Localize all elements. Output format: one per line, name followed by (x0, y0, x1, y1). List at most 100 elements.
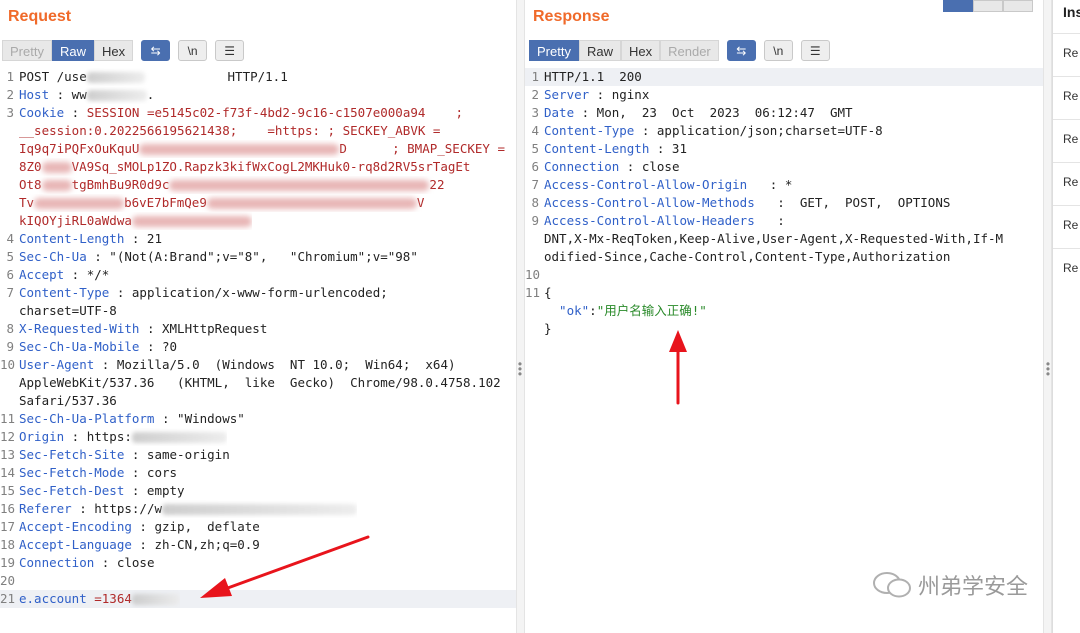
line-number: 1 (6, 69, 14, 84)
code-line: 13 Sec-Fetch-Site : same-origin (0, 446, 516, 464)
text-segment: Origin (19, 429, 65, 444)
line-content: Iq9q7iPQFxOuKquU D ; BMAP_SECKEY = (17, 140, 505, 158)
inspector-row[interactable]: Re (1053, 119, 1080, 162)
code-line: AppleWebKit/537.36 (KHTML, like Gecko) C… (0, 374, 516, 392)
code-line: 5 Sec-Ch-Ua : "(Not(A:Brand";v="8", "Chro… (0, 248, 516, 266)
line-number: 6 (531, 159, 539, 174)
menu-button[interactable]: ☰ (215, 40, 245, 61)
text-segment: : (64, 105, 87, 120)
inspector-row[interactable]: Re (1053, 248, 1080, 291)
newline-icon: \n (187, 43, 198, 58)
tab-hex[interactable]: Hex (620, 40, 661, 61)
line-number (525, 230, 542, 248)
text-segment: __session:0.2022566195621438; =https: ; … (19, 123, 441, 138)
drag-handle-icon[interactable]: • • • (1045, 358, 1051, 380)
layout-split-button[interactable] (943, 0, 973, 12)
request-title: Request (8, 8, 72, 25)
text-segment: Safari/537.36 (19, 393, 117, 408)
code-line: 6 Accept : */* (0, 266, 516, 284)
text-segment: HTTP/1.1 (144, 69, 288, 84)
tab-hex[interactable]: Hex (93, 40, 134, 61)
line-number: 11 (0, 411, 16, 426)
watermark: 州弟学安全 (872, 569, 1028, 601)
redaction-mask (41, 180, 72, 191)
tab-raw[interactable]: Raw (578, 40, 621, 61)
line-content: Referer : https://w (17, 500, 357, 518)
line-content: 8Z0 VA9Sq_sMOLp1ZO.Rapzk3kifWxCogL2MKHuk0… (17, 158, 470, 176)
text-segment: Access-Control-Allow-Methods (544, 195, 755, 210)
inspector-row[interactable]: Re (1053, 162, 1080, 205)
inspector-row[interactable]: Re (1053, 33, 1080, 76)
line-content: Tv b6vE7bFmQe9 V (17, 194, 424, 212)
text-segment: Sec-Fetch-Site (19, 447, 125, 462)
wrap-toggle-button[interactable]: ⇆ (141, 40, 171, 61)
newline-toggle-button[interactable]: \n (763, 40, 793, 61)
line-content: Accept-Language : zh-CN,zh;q=0.9 (17, 536, 260, 554)
line-content: Access-Control-Allow-Origin : * (542, 176, 792, 194)
tab-pretty[interactable]: Pretty (2, 40, 52, 61)
tab-pretty[interactable]: Pretty (529, 40, 579, 61)
line-content: Cookie : SESSION =e5145c02-f73f-4bd2-9c1… (17, 104, 463, 122)
line-content: "ok":"用户名输入正确!" (542, 302, 707, 320)
inspector-title: Ins (1063, 4, 1080, 20)
redaction-mask (131, 432, 227, 443)
line-number: 8 (6, 321, 14, 336)
text-segment: : cors (124, 465, 178, 480)
text-segment: : 31 (649, 141, 687, 156)
text-segment: : same-origin (124, 447, 230, 462)
layout-single-button[interactable] (1003, 0, 1033, 12)
pane-divider[interactable] (1043, 0, 1052, 633)
line-number: 6 (6, 267, 14, 282)
code-line: 2 Server : nginx (525, 86, 1043, 104)
text-segment: =1364 (86, 591, 132, 606)
wrap-toggle-button[interactable]: ⇆ (726, 40, 756, 61)
text-segment: SESSION (86, 105, 140, 120)
line-number (525, 320, 542, 338)
request-editor[interactable]: 1 POST /use HTTP/1.1 2 Host : ww. 3 Cookie : … (0, 68, 516, 633)
inspector-row[interactable]: Re (1053, 205, 1080, 248)
text-segment: tgBmhBu9R0d9c (71, 177, 170, 192)
inspector-panel: Ins Re Re Re Re Re Re (1052, 0, 1080, 633)
redaction-mask (162, 504, 357, 515)
line-number: 16 (0, 501, 16, 516)
menu-button[interactable]: ☰ (800, 40, 830, 61)
line-number (0, 158, 17, 176)
line-content: Content-Length : 31 (542, 140, 687, 158)
code-line: 18 Accept-Language : zh-CN,zh;q=0.9 (0, 536, 516, 554)
code-line: kIQOYjiRL0aWdwa (0, 212, 516, 230)
line-number: 11 (525, 285, 541, 300)
text-segment: } (544, 321, 552, 336)
code-line: 11{ (525, 284, 1043, 302)
wrap-icon: ⇆ (150, 43, 161, 58)
code-line: 17 Accept-Encoding : gzip, deflate (0, 518, 516, 536)
inspector-row[interactable]: Re (1053, 76, 1080, 119)
layout-horizontal-button[interactable] (973, 0, 1003, 12)
text-segment: "用户名输入正确!" (596, 303, 707, 318)
line-number: 12 (0, 429, 16, 444)
line-content: odified-Since,Cache-Control,Content-Type… (542, 248, 950, 266)
tab-raw[interactable]: Raw (51, 40, 94, 61)
code-line: odified-Since,Cache-Control,Content-Type… (525, 248, 1043, 266)
pane-divider[interactable] (516, 0, 525, 633)
line-content: Content-Type : application/x-www-form-ur… (17, 284, 388, 302)
code-line: 9 Access-Control-Allow-Headers : (525, 212, 1043, 230)
line-number (0, 302, 17, 320)
text-segment: 22 (429, 177, 445, 192)
redaction-mask (131, 594, 180, 605)
text-segment: Content-Length (19, 231, 125, 246)
text-segment: : GET, POST, OPTIONS (754, 195, 951, 210)
text-segment: Accept-Language (19, 537, 132, 552)
line-number: 17 (0, 519, 16, 534)
line-content: Access-Control-Allow-Methods : GET, POST… (542, 194, 950, 212)
code-line: 19 Connection : close (0, 554, 516, 572)
code-line: 6 Connection : close (525, 158, 1043, 176)
text-segment: "ok" (544, 303, 590, 318)
text-segment: b6vE7bFmQe9 (124, 195, 207, 210)
response-editor[interactable]: 1 HTTP/1.1 200 2 Server : nginx 3 Date : Mon,… (525, 68, 1043, 633)
line-number: 4 (531, 123, 539, 138)
text-segment: : (754, 213, 785, 228)
newline-toggle-button[interactable]: \n (178, 40, 208, 61)
text-segment: Accept (19, 267, 65, 282)
tab-render[interactable]: Render (660, 40, 719, 61)
drag-handle-icon[interactable]: • • • (517, 358, 523, 380)
